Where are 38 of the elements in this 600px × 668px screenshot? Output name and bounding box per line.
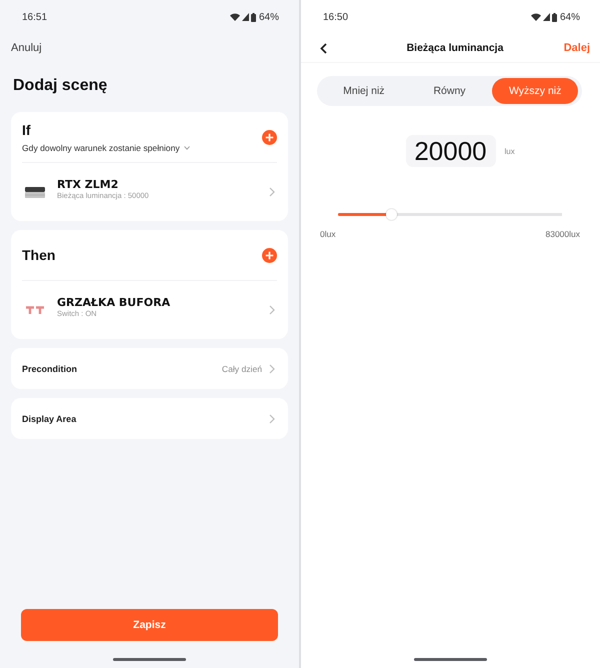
setting-row[interactable]: Display Area bbox=[11, 398, 288, 439]
page-title: Dodaj scenę bbox=[13, 76, 108, 96]
section-title: Then bbox=[22, 246, 56, 264]
setting-value: Cały dzień bbox=[222, 364, 262, 374]
signal-icon bbox=[542, 13, 550, 21]
wifi-icon bbox=[230, 13, 240, 21]
device-icon bbox=[25, 186, 45, 198]
status-time: 16:51 bbox=[22, 12, 48, 22]
comparison-tab[interactable]: Równy bbox=[406, 78, 492, 104]
comparison-tab[interactable]: Mniej niż bbox=[321, 78, 407, 104]
signal-icon bbox=[242, 13, 249, 21]
device-name: GRZAŁKA BUFORA bbox=[57, 296, 170, 309]
battery-percentage: 64% bbox=[258, 12, 279, 22]
chevron-icon[interactable] bbox=[269, 187, 275, 197]
slider-thumb[interactable] bbox=[386, 209, 398, 220]
screen-title: Bieżąca luminancja bbox=[406, 42, 504, 54]
cancel-link[interactable]: Anuluj bbox=[11, 41, 42, 55]
wifi-icon bbox=[530, 13, 541, 21]
section-title: If bbox=[22, 120, 31, 138]
device-icon bbox=[25, 306, 45, 314]
battery-icon bbox=[250, 12, 256, 22]
chevron-icon[interactable] bbox=[269, 414, 275, 424]
unit-label: lux bbox=[504, 146, 515, 156]
caret-icon bbox=[184, 146, 190, 150]
chevron-icon[interactable] bbox=[269, 364, 275, 374]
range-min-label: 0lux bbox=[320, 229, 336, 239]
range-max-label: 83000lux bbox=[545, 229, 580, 239]
battery-percentage: 64% bbox=[560, 12, 580, 22]
status-time: 16:50 bbox=[323, 12, 348, 22]
match-mode-dropdown[interactable]: Gdy dowolny warunek zostanie spełniony bbox=[22, 142, 190, 154]
back-icon[interactable] bbox=[320, 42, 327, 54]
device-name: RTX ZLM2 bbox=[57, 178, 118, 191]
setting-row[interactable]: Precondition Cały dzień bbox=[11, 348, 288, 389]
plus-icon[interactable] bbox=[262, 130, 277, 144]
chevron-icon[interactable] bbox=[269, 305, 275, 315]
plus-icon[interactable] bbox=[262, 248, 277, 262]
battery-icon bbox=[552, 12, 557, 22]
value-field[interactable]: 20000 bbox=[406, 135, 496, 167]
